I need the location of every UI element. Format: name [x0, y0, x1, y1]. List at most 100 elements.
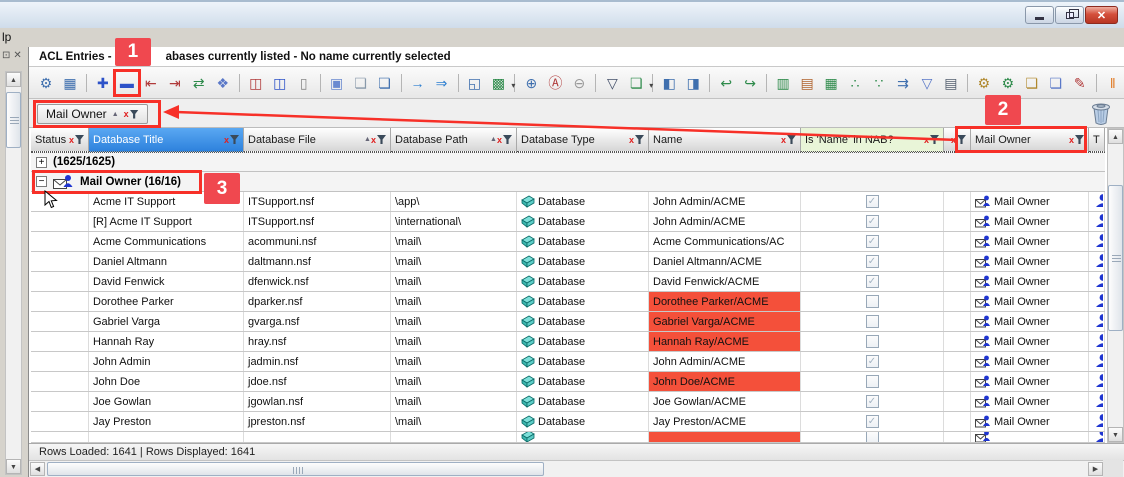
column-filter-icon[interactable]: x	[924, 135, 939, 145]
hscroll-thumb[interactable]	[47, 462, 544, 476]
dock-scroll-up-icon[interactable]: ▲	[6, 72, 21, 87]
split-column-icon[interactable]: ◫	[270, 73, 290, 93]
cell-database-type[interactable]: Database	[517, 232, 649, 251]
cell-database-file[interactable]: ITSupport.nsf	[244, 212, 391, 231]
cell-database-title[interactable]: Gabriel Varga	[89, 312, 244, 331]
column-filter-icon[interactable]: x	[69, 135, 84, 145]
cell-mail-owner[interactable]: Mail Owner	[971, 312, 1089, 331]
cell-database-title[interactable]: Joe Gowlan	[89, 392, 244, 411]
cell-database-file[interactable]: dfenwick.nsf	[244, 272, 391, 291]
close-button[interactable]: ✕	[1085, 6, 1118, 24]
copy-settings-icon[interactable]: ❏	[1046, 73, 1066, 93]
column-chart-icon[interactable]: ‖	[1103, 73, 1123, 93]
scroll-down-icon[interactable]: ▼	[1108, 427, 1123, 442]
cell-mail-owner[interactable]: Mail Owner	[971, 232, 1089, 251]
table-row[interactable]: Jay Preston jpreston.nsf \mail\ Database…	[31, 412, 1105, 432]
group-row-all-databases[interactable]: + (1625/1625)	[31, 152, 1105, 172]
dock-scroll-thumb[interactable]	[6, 92, 21, 148]
cell-database-path[interactable]: \mail\	[391, 352, 517, 371]
new-document-icon[interactable]: ❏ ▾	[626, 73, 653, 93]
column-filter-icon[interactable]: x	[371, 135, 386, 145]
name-in-nab-checkbox[interactable]	[865, 375, 879, 388]
cell-database-title[interactable]: Dorothee Parker	[89, 292, 244, 311]
cell-name[interactable]: John Doe/ACME	[649, 372, 801, 391]
table-row[interactable]: John Doe jdoe.nsf \mail\ Database John D…	[31, 372, 1105, 392]
cell-name[interactable]: John Admin/ACME	[649, 192, 801, 211]
cell-database-path[interactable]: \mail\	[391, 292, 517, 311]
data-grid-icon[interactable]: ▦	[60, 73, 80, 93]
export-all-icon[interactable]: ⇒	[432, 73, 452, 93]
cell-database-title[interactable]: John Doe	[89, 372, 244, 391]
cell-name[interactable]: Hannah Ray/ACME	[649, 332, 801, 351]
group-by-chip-mail-owner[interactable]: Mail Owner ▲ x	[37, 104, 148, 124]
cell-mail-owner[interactable]: Mail Owner	[971, 412, 1089, 431]
cell-mail-owner[interactable]: Mail Owner	[971, 392, 1089, 411]
cell-database-title[interactable]: Acme IT Support	[89, 192, 244, 211]
copy-table-icon[interactable]: ❏	[375, 73, 395, 93]
column-header-blank[interactable]: x	[944, 128, 971, 152]
cell-name[interactable]: John Admin/ACME	[649, 212, 801, 231]
cell-database-type[interactable]: Database	[517, 352, 649, 371]
name-in-nab-checkbox[interactable]: ✓	[865, 415, 879, 428]
scroll-right-icon[interactable]: ▶	[1088, 462, 1103, 476]
cell-database-path[interactable]: \app\	[391, 192, 517, 211]
column-header-name[interactable]: Name x	[649, 128, 801, 152]
vscroll-thumb[interactable]	[1108, 185, 1123, 331]
cell-name[interactable]: David Fenwick/ACME	[649, 272, 801, 291]
hide-column-icon[interactable]: ▯	[294, 73, 314, 93]
table-row[interactable]: Joe Gowlan jgowlan.nsf \mail\ Database J…	[31, 392, 1105, 412]
table-row[interactable]: Daniel Altmann daltmann.nsf \mail\ Datab…	[31, 252, 1105, 272]
dropdown-caret-icon[interactable]: ▾	[511, 76, 515, 96]
sort-asc-icon[interactable]: ▲	[112, 111, 119, 118]
group-row-mail-owner[interactable]: − Mail Owner (16/16)	[31, 172, 1105, 192]
cell-name[interactable]	[649, 432, 801, 442]
scroll-up-icon[interactable]: ▲	[1108, 129, 1123, 144]
cell-database-path[interactable]: \mail\	[391, 272, 517, 291]
compare-columns-icon[interactable]: ▥	[773, 73, 793, 93]
horizontal-scrollbar[interactable]: ◀ ▶	[29, 460, 1124, 477]
cell-name[interactable]: Daniel Altmann/ACME	[649, 252, 801, 271]
cell-database-type[interactable]: Database	[517, 292, 649, 311]
name-in-nab-checkbox[interactable]: ✓	[865, 195, 879, 208]
column-filter-icon[interactable]: x	[781, 135, 796, 145]
name-in-nab-checkbox[interactable]	[865, 295, 879, 308]
return-value-icon[interactable]: ↩	[716, 73, 736, 93]
cell-database-title[interactable]: Hannah Ray	[89, 332, 244, 351]
cell-database-type[interactable]	[517, 432, 649, 442]
cell-name[interactable]: Dorothee Parker/ACME	[649, 292, 801, 311]
column-header-is-name-in-nab-[interactable]: Is 'Name' in NAB? x	[801, 128, 944, 152]
name-in-nab-checkbox[interactable]: ✓	[865, 275, 879, 288]
column-header-database-path[interactable]: Database Path ▲ x	[391, 128, 517, 152]
cell-database-file[interactable]: jpreston.nsf	[244, 412, 391, 431]
table-row[interactable]: [R] Acme IT Support ITSupport.nsf \inter…	[31, 212, 1105, 232]
cell-mail-owner[interactable]	[971, 432, 1089, 442]
name-in-nab-checkbox[interactable]	[865, 432, 879, 442]
column-header-status[interactable]: Status x	[31, 128, 89, 152]
cell-mail-owner[interactable]: Mail Owner	[971, 292, 1089, 311]
cell-database-type[interactable]: Database	[517, 252, 649, 271]
group-expander-button[interactable]: +	[36, 156, 47, 168]
cell-database-file[interactable]: ITSupport.nsf	[244, 192, 391, 211]
copy-icon[interactable]: ❏	[351, 73, 371, 93]
name-in-nab-checkbox[interactable]: ✓	[865, 215, 879, 228]
zoom-in-icon[interactable]: ⊕	[521, 73, 541, 93]
cell-database-file[interactable]: jgowlan.nsf	[244, 392, 391, 411]
table-row[interactable]: Dorothee Parker dparker.nsf \mail\ Datab…	[31, 292, 1105, 312]
org-view-icon[interactable]: ∵	[869, 73, 889, 93]
name-in-nab-checkbox[interactable]: ✓	[865, 395, 879, 408]
view-settings-icon[interactable]: ⚙	[36, 73, 56, 93]
cell-database-type[interactable]: Database	[517, 272, 649, 291]
cell-mail-owner[interactable]: Mail Owner	[971, 332, 1089, 351]
menu-item-help-partial[interactable]: lp	[2, 30, 11, 44]
name-in-nab-checkbox[interactable]: ✓	[865, 355, 879, 368]
cell-name[interactable]: Gabriel Varga/ACME	[649, 312, 801, 331]
table-row[interactable]: Acme IT Support ITSupport.nsf \app\ Data…	[31, 192, 1105, 212]
cell-database-path[interactable]: \mail\	[391, 332, 517, 351]
promote-level-icon[interactable]: ⇤	[141, 73, 161, 93]
dock-scroll-down-icon[interactable]: ▼	[6, 459, 21, 474]
cell-database-type[interactable]: Database	[517, 212, 649, 231]
name-in-nab-checkbox[interactable]	[865, 315, 879, 328]
cell-database-title[interactable]: Daniel Altmann	[89, 252, 244, 271]
shift-column-right-icon[interactable]: ◨	[683, 73, 703, 93]
export-row-icon[interactable]: →	[408, 73, 428, 93]
